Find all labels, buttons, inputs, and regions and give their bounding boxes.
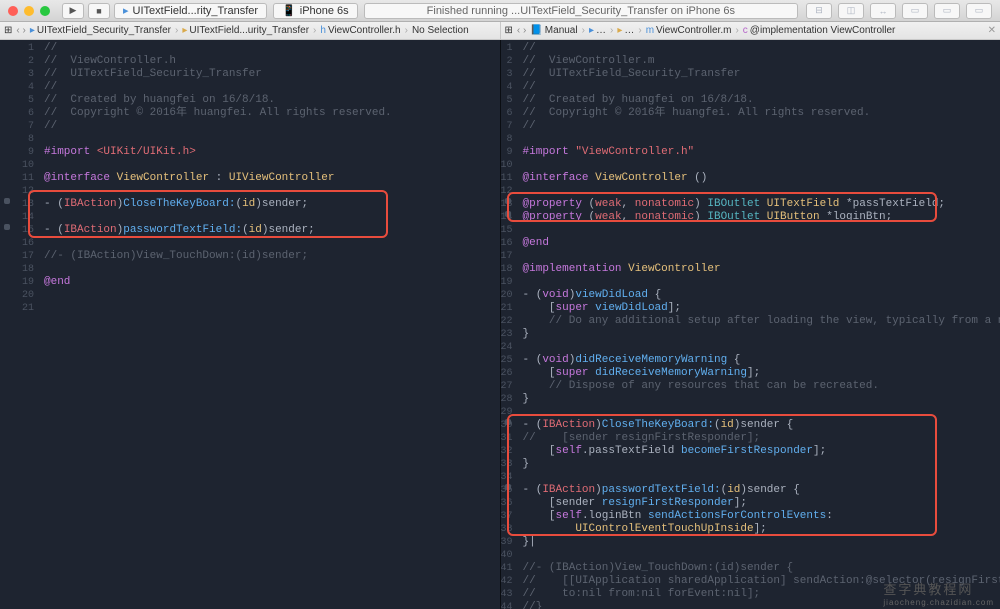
scheme-label: UITextField...rity_Transfer: [133, 5, 259, 17]
toolbar-right: ⊟ ◫ ↔ ▭ ▭ ▭: [806, 3, 992, 19]
right-panel-toggle[interactable]: ▭: [966, 3, 992, 19]
nav-back-forward[interactable]: ‹ ›: [16, 25, 25, 36]
jump-bar: ⊞ ‹ › ▸UITextField_Security_Transfer › ▸…: [0, 22, 1000, 40]
bottom-panel-toggle[interactable]: ▭: [934, 3, 960, 19]
close-assistant-icon[interactable]: ✕: [988, 25, 996, 36]
code-left[interactable]: // // ViewController.h // UITextField_Se…: [38, 40, 500, 609]
device-selector[interactable]: 📱iPhone 6s: [273, 3, 358, 19]
standard-editor-button[interactable]: ⊟: [806, 3, 832, 19]
nav-back-forward[interactable]: ‹ ›: [517, 25, 526, 36]
editor-split: 123456789101112131415161718192021 // // …: [0, 40, 1000, 609]
scheme-selector[interactable]: ▸UITextField...rity_Transfer: [114, 3, 267, 19]
window-controls: [8, 6, 50, 16]
jump-bar-left[interactable]: ⊞ ‹ › ▸UITextField_Security_Transfer › ▸…: [0, 22, 501, 39]
jump-bar-right[interactable]: ⊞ ‹ › 📘Manual › ▸… › ▸… › m ViewControll…: [501, 22, 1000, 39]
related-items-icon[interactable]: ⊞: [4, 25, 12, 36]
close-window-button[interactable]: [8, 6, 18, 16]
related-items-icon[interactable]: ⊞: [505, 25, 513, 36]
editor-right[interactable]: 1234567891011121314151617181920212223242…: [501, 40, 1000, 609]
title-bar: ▶ ■ ▸UITextField...rity_Transfer 📱iPhone…: [0, 0, 1000, 22]
device-label: iPhone 6s: [300, 5, 349, 17]
activity-status: Finished running ...UITextField_Security…: [364, 3, 798, 19]
line-numbers-left: 123456789101112131415161718192021: [14, 40, 38, 609]
version-editor-button[interactable]: ↔: [870, 3, 896, 19]
minimize-window-button[interactable]: [24, 6, 34, 16]
watermark: 查字典教程网 jiaocheng.chazidian.com: [883, 579, 994, 607]
run-button[interactable]: ▶: [62, 3, 84, 19]
left-panel-toggle[interactable]: ▭: [902, 3, 928, 19]
code-right[interactable]: // // ViewController.m // UITextField_Se…: [517, 40, 1000, 609]
editor-left[interactable]: 123456789101112131415161718192021 // // …: [0, 40, 501, 609]
gutter-left: [0, 40, 14, 609]
assistant-editor-button[interactable]: ◫: [838, 3, 864, 19]
maximize-window-button[interactable]: [40, 6, 50, 16]
stop-button[interactable]: ■: [88, 3, 110, 19]
line-numbers-right: 1234567891011121314151617181920212223242…: [501, 40, 517, 609]
